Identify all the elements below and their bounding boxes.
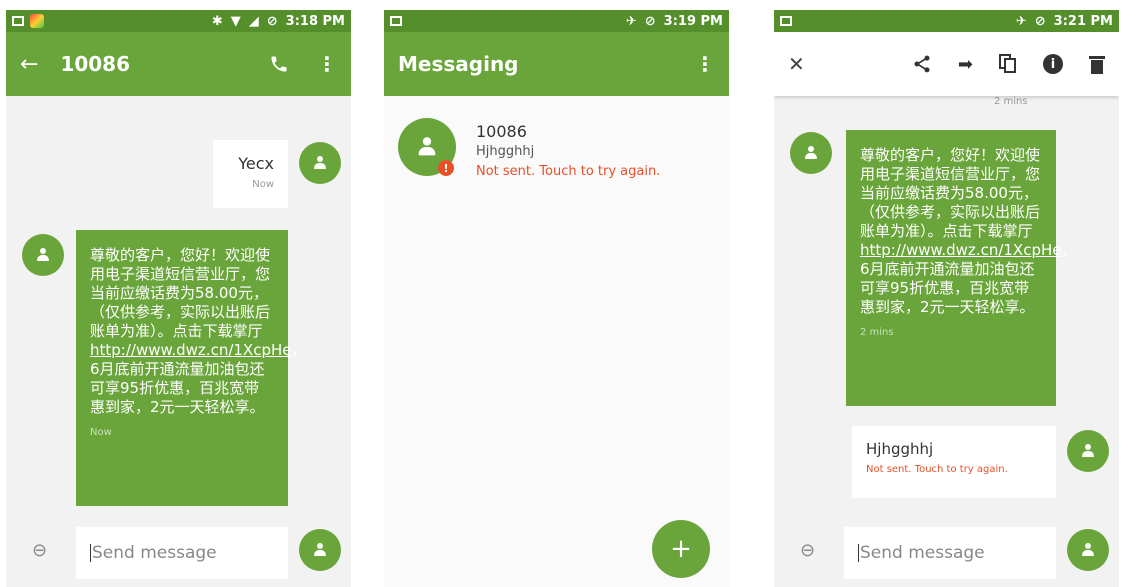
screen-messaging-list: ✈ ⊘ 3:19 PM Messaging ⋮ ! 10086 Hjhgghhj… [384,10,729,587]
wifi-icon: ▼ [230,13,241,29]
person-icon [312,155,328,171]
message-text: 尊敬的客户，您好！欢迎使用电子渠道短信营业厅，您当前应缴话费为58.00元，（仅… [90,246,271,340]
phone-call-icon[interactable] [269,54,289,74]
message-list[interactable]: Yecx Now 尊敬的客户，您好！欢迎使用电子渠道短信营业厅，您当前应缴话费为… [6,96,351,587]
delete-icon[interactable] [1089,54,1105,74]
conversation-snippet: Hjhgghhj [476,144,535,159]
copy-icon[interactable] [999,54,1017,74]
overflow-menu-icon[interactable]: ⋮ [695,52,715,76]
message-text: 尊敬的客户，您好！欢迎使用电子渠道短信营业厅，您当前应缴话费为58.00元，（仅… [860,146,1041,240]
back-arrow-icon[interactable]: ← [20,52,38,77]
send-avatar-button[interactable] [1067,529,1109,571]
my-avatar[interactable] [1067,430,1109,472]
status-time: 3:18 PM [285,13,345,29]
action-mode-bar: ✕ ➡ i [774,32,1119,96]
sender-avatar[interactable] [790,132,832,174]
alarm-icon: ⊘ [266,13,278,29]
conversation-title: 10086 [60,52,131,76]
bluetooth-icon: ✱ [211,13,223,29]
text-cursor [90,544,91,562]
app-toolbar: Messaging ⋮ [384,32,729,96]
outgoing-message[interactable]: Yecx Now [213,140,288,208]
incoming-message-selected[interactable]: 尊敬的客户，您好！欢迎使用电子渠道短信营业厅，您当前应缴话费为58.00元，（仅… [846,130,1077,406]
image-notification-icon [12,16,24,26]
compose-bar: ⊖ Send message [6,517,351,587]
forward-icon[interactable]: ➡ [958,54,973,75]
person-icon [312,542,328,558]
message-time: 2 mins [860,327,894,338]
share-icon[interactable] [912,54,932,74]
error-badge-icon: ! [438,160,454,176]
send-error-text: Not sent. Touch to try again. [476,164,661,179]
text-cursor [858,544,859,562]
input-placeholder: Send message [860,543,985,563]
airplane-icon: ✈ [1015,13,1027,29]
alarm-icon: ⊘ [644,13,656,29]
conversation-name: 10086 [476,122,527,141]
alarm-icon: ⊘ [1034,13,1046,29]
partial-message-time: 2 mins [994,96,1028,107]
my-avatar[interactable] [299,142,341,184]
message-text: Yecx [238,154,274,173]
message-time: Now [90,427,112,438]
airplane-icon: ✈ [625,13,637,29]
status-bar: ✱ ▼ ◢ ⊘ 3:18 PM [6,10,351,32]
signal-icon: ◢ [248,13,259,29]
send-avatar-button[interactable] [299,529,341,571]
outgoing-message-failed[interactable]: Hjhgghhj Not sent. Touch to try again. [852,426,1056,498]
message-time: Now [252,179,274,190]
image-notification-icon [780,16,792,26]
input-placeholder: Send message [92,543,217,563]
message-link[interactable]: http://www.dwz.cn/1XcpHe [90,341,291,359]
app-title: Messaging [398,52,519,76]
new-message-fab[interactable]: + [652,520,710,578]
status-bar: ✈ ⊘ 3:21 PM [774,10,1119,32]
attach-icon[interactable]: ⊖ [32,540,47,561]
person-icon [1080,542,1096,558]
incoming-message[interactable]: 尊敬的客户，您好！欢迎使用电子渠道短信营业厅，您当前应缴话费为58.00元，（仅… [76,230,307,506]
status-time: 3:19 PM [663,13,723,29]
screen-conversation: ✱ ▼ ◢ ⊘ 3:18 PM ← 10086 ⋮ Yecx Now 尊敬的客户… [6,10,351,587]
app-toolbar: ← 10086 ⋮ [6,32,351,96]
conversation-item[interactable]: ! 10086 Hjhgghhj Not sent. Touch to try … [384,114,729,194]
screen-message-selected: ✈ ⊘ 3:21 PM ✕ ➡ i 2 mins 尊敬的客户，您好！欢迎使用电子… [774,10,1119,587]
send-error-text: Not sent. Touch to try again. [866,464,1008,475]
sender-avatar[interactable] [22,234,64,276]
person-icon [803,145,819,161]
person-icon [416,136,438,158]
image-notification-icon [390,16,402,26]
message-list[interactable]: 2 mins 尊敬的客户，您好！欢迎使用电子渠道短信营业厅，您当前应缴话费为58… [774,96,1119,587]
close-icon[interactable]: ✕ [788,52,805,76]
message-input[interactable]: Send message [76,527,288,579]
conversation-list: ! 10086 Hjhgghhj Not sent. Touch to try … [384,96,729,587]
overflow-menu-icon[interactable]: ⋮ [317,52,337,76]
person-icon [1080,443,1096,459]
person-icon [35,247,51,263]
status-bar: ✈ ⊘ 3:19 PM [384,10,729,32]
message-link[interactable]: http://www.dwz.cn/1XcpHe [860,241,1061,259]
attach-icon[interactable]: ⊖ [800,540,815,561]
info-icon[interactable]: i [1043,54,1063,74]
compose-bar: ⊖ Send message [774,517,1119,587]
plus-icon: + [670,534,692,564]
status-time: 3:21 PM [1053,13,1113,29]
app-notification-icon [30,14,44,28]
message-input[interactable]: Send message [844,527,1056,579]
message-text: Hjhgghhj [866,440,934,458]
